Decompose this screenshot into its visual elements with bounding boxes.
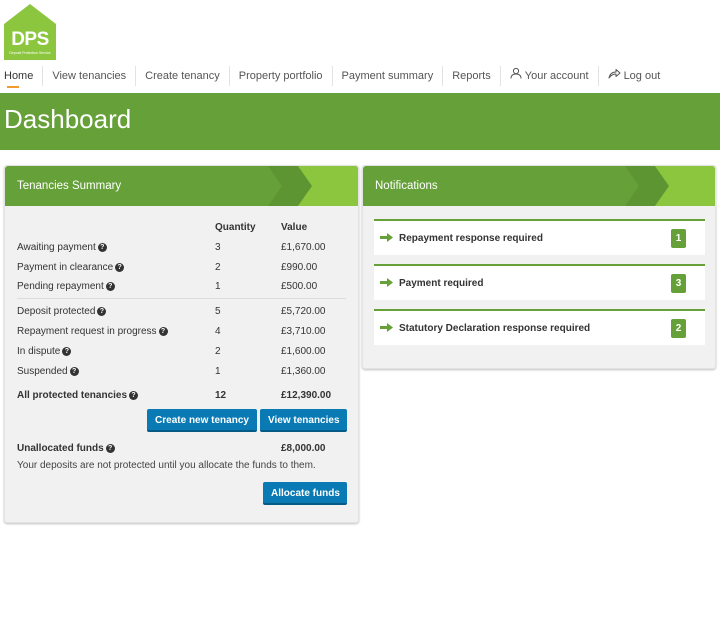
tenancies-summary-panel: Tenancies Summary Quantity Value Awaitin… xyxy=(4,165,359,523)
row-label: Deposit protected xyxy=(17,306,96,317)
help-icon[interactable]: ? xyxy=(129,390,139,400)
table-row: Awaiting payment? 3 £1,670.00 xyxy=(17,241,346,255)
create-new-tenancy-button[interactable]: Create new tenancy xyxy=(147,409,257,432)
row-quantity: 1 xyxy=(215,366,221,377)
main-nav: Home View tenancies Create tenancy Prope… xyxy=(0,64,720,88)
right-arrow-icon xyxy=(380,233,393,242)
help-icon[interactable]: ? xyxy=(97,306,107,316)
header-chevron-decoration xyxy=(625,166,715,206)
notifications-title: Notifications xyxy=(375,180,438,192)
notifications-header: Notifications xyxy=(363,166,715,206)
row-quantity: 2 xyxy=(215,346,221,357)
view-tenancies-button[interactable]: View tenancies xyxy=(260,409,347,432)
tenancies-summary-header: Tenancies Summary xyxy=(5,166,358,206)
notification-item[interactable]: Payment required 3 xyxy=(374,264,705,300)
notification-item[interactable]: Repayment response required 1 xyxy=(374,219,705,255)
row-label: Repayment request in progress xyxy=(17,326,157,337)
notification-label: Statutory Declaration response required xyxy=(399,323,591,334)
row-label: In dispute xyxy=(17,346,61,357)
allocate-funds-button[interactable]: Allocate funds xyxy=(263,482,347,505)
right-arrow-icon xyxy=(380,323,393,332)
total-quantity: 12 xyxy=(215,390,227,401)
total-row: All protected tenancies? 12 £12,390.00 xyxy=(17,389,346,403)
unallocated-note: Your deposits are not protected until yo… xyxy=(17,460,316,471)
row-value: £3,710.00 xyxy=(281,326,326,337)
help-icon[interactable]: ? xyxy=(105,443,115,453)
user-icon xyxy=(510,66,522,86)
table-divider xyxy=(17,298,346,299)
quantity-header: Quantity xyxy=(215,222,256,233)
nav-payment-summary[interactable]: Payment summary xyxy=(333,66,444,86)
table-row: Deposit protected? 5 £5,720.00 xyxy=(17,305,346,319)
row-quantity: 2 xyxy=(215,262,221,273)
help-icon[interactable]: ? xyxy=(62,346,72,356)
logo-subtext: Deposit Protection Service xyxy=(9,51,51,55)
help-icon[interactable]: ? xyxy=(105,281,115,291)
notification-label: Repayment response required xyxy=(399,233,543,244)
row-quantity: 5 xyxy=(215,306,221,317)
row-quantity: 3 xyxy=(215,242,221,253)
table-row: Pending repayment? 1 £500.00 xyxy=(17,280,346,294)
page-banner: Dashboard xyxy=(0,93,720,150)
nav-log-out-label: Log out xyxy=(623,70,661,82)
nav-log-out[interactable]: Log out xyxy=(599,66,670,86)
nav-create-tenancy[interactable]: Create tenancy xyxy=(136,66,230,86)
unallocated-funds-row: Unallocated funds? £8,000.00 xyxy=(17,442,346,456)
nav-your-account-label: Your account xyxy=(524,70,589,82)
row-quantity: 4 xyxy=(215,326,221,337)
help-icon[interactable]: ? xyxy=(115,262,125,272)
table-row: In dispute? 2 £1,600.00 xyxy=(17,345,346,359)
row-label: Pending repayment xyxy=(17,281,104,292)
row-value: £5,720.00 xyxy=(281,306,326,317)
row-value: £990.00 xyxy=(281,262,318,273)
dps-logo[interactable]: DPS Deposit Protection Service xyxy=(4,4,56,60)
table-row: Payment in clearance? 2 £990.00 xyxy=(17,261,346,275)
notifications-panel: Notifications Repayment response require… xyxy=(362,165,716,369)
row-label: Payment in clearance xyxy=(17,262,114,273)
table-row: Suspended? 1 £1,360.00 xyxy=(17,365,346,379)
unallocated-value: £8,000.00 xyxy=(281,443,326,454)
help-icon[interactable]: ? xyxy=(158,326,168,336)
nav-home[interactable]: Home xyxy=(0,66,44,88)
total-label: All protected tenancies xyxy=(17,390,128,401)
help-icon[interactable]: ? xyxy=(69,366,79,376)
header-chevron-decoration xyxy=(268,166,358,206)
table-row: Repayment request in progress? 4 £3,710.… xyxy=(17,325,346,339)
row-value: £1,600.00 xyxy=(281,346,326,357)
row-quantity: 1 xyxy=(215,281,221,292)
page-title: Dashboard xyxy=(4,104,132,134)
row-value: £1,360.00 xyxy=(281,366,326,377)
notification-item[interactable]: Statutory Declaration response required … xyxy=(374,309,705,345)
notification-count-badge: 1 xyxy=(671,229,686,248)
nav-property-portfolio[interactable]: Property portfolio xyxy=(230,66,333,86)
row-label: Awaiting payment xyxy=(17,242,96,253)
summary-table-header: Quantity Value xyxy=(17,221,346,235)
nav-reports[interactable]: Reports xyxy=(443,66,501,86)
notification-count-badge: 2 xyxy=(671,319,686,338)
notification-count-badge: 3 xyxy=(671,274,686,293)
value-header: Value xyxy=(281,222,308,233)
tenancies-summary-title: Tenancies Summary xyxy=(17,180,122,192)
total-value: £12,390.00 xyxy=(281,390,332,401)
row-label: Suspended xyxy=(17,366,68,377)
logo-text: DPS xyxy=(11,29,49,50)
row-value: £500.00 xyxy=(281,281,318,292)
nav-your-account[interactable]: Your account xyxy=(501,66,599,86)
help-icon[interactable]: ? xyxy=(97,242,107,252)
nav-view-tenancies[interactable]: View tenancies xyxy=(43,66,137,86)
notification-label: Payment required xyxy=(399,278,484,289)
right-arrow-icon xyxy=(380,278,393,287)
unallocated-label: Unallocated funds xyxy=(17,443,104,454)
row-value: £1,670.00 xyxy=(281,242,326,253)
logout-arrow-icon xyxy=(608,66,621,86)
